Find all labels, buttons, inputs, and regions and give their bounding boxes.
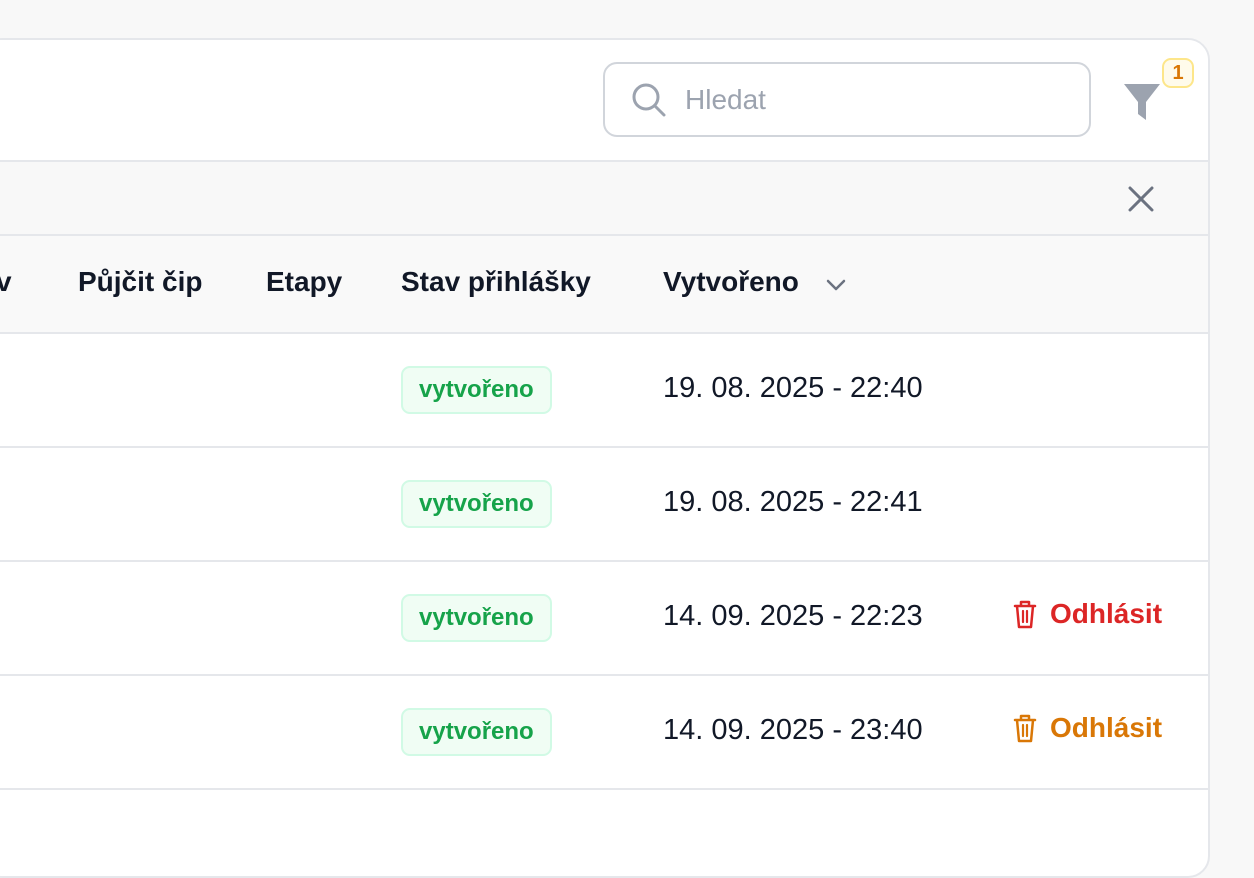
created-date: 19. 08. 2025 - 22:40 [663,372,923,404]
active-filters-bar [0,162,1208,236]
trash-icon [1013,600,1037,629]
created-date: 19. 08. 2025 - 22:41 [663,486,923,518]
column-header-borrow-chip[interactable]: Půjčit čip [78,266,202,298]
trash-icon [1013,714,1037,743]
table-row[interactable]: vytvořeno 14. 09. 2025 - 23:40 Odhlásit [0,676,1208,790]
column-header-created[interactable]: Vytvořeno [663,266,799,298]
unregister-label: Odhlásit [1050,598,1163,629]
column-header-status[interactable]: Stav přihlášky [401,266,591,298]
registrations-panel: 1 v Půjčit čip Etapy Stav přihlášky Vytv… [0,38,1210,878]
status-badge: vytvořeno [401,480,552,528]
search-box[interactable] [603,62,1091,137]
column-header-stages[interactable]: Etapy [266,266,342,298]
unregister-label: Odhlásit [1050,712,1163,743]
status-badge: vytvořeno [401,708,552,756]
column-header-truncated[interactable]: v [0,266,12,298]
status-badge: vytvořeno [401,366,552,414]
status-badge: vytvořeno [401,594,552,642]
table-row[interactable]: vytvořeno 19. 08. 2025 - 22:40 [0,334,1208,448]
filter-count-badge: 1 [1162,58,1194,88]
unregister-button[interactable]: Odhlásit [1012,598,1162,630]
chevron-down-icon[interactable] [825,278,847,292]
table-header: v Půjčit čip Etapy Stav přihlášky Vytvoř… [0,236,1208,334]
unregister-button[interactable]: Odhlásit [1012,712,1162,744]
created-date: 14. 09. 2025 - 23:40 [663,714,923,746]
close-icon[interactable] [1126,184,1156,214]
search-icon [632,83,666,117]
table-row[interactable]: vytvořeno 14. 09. 2025 - 22:23 Odhlásit [0,562,1208,676]
search-input[interactable] [685,78,1065,122]
created-date: 14. 09. 2025 - 22:23 [663,600,923,632]
table-toolbar: 1 [0,40,1208,162]
filter-icon[interactable] [1122,80,1162,124]
table-row[interactable]: vytvořeno 19. 08. 2025 - 22:41 [0,448,1208,562]
